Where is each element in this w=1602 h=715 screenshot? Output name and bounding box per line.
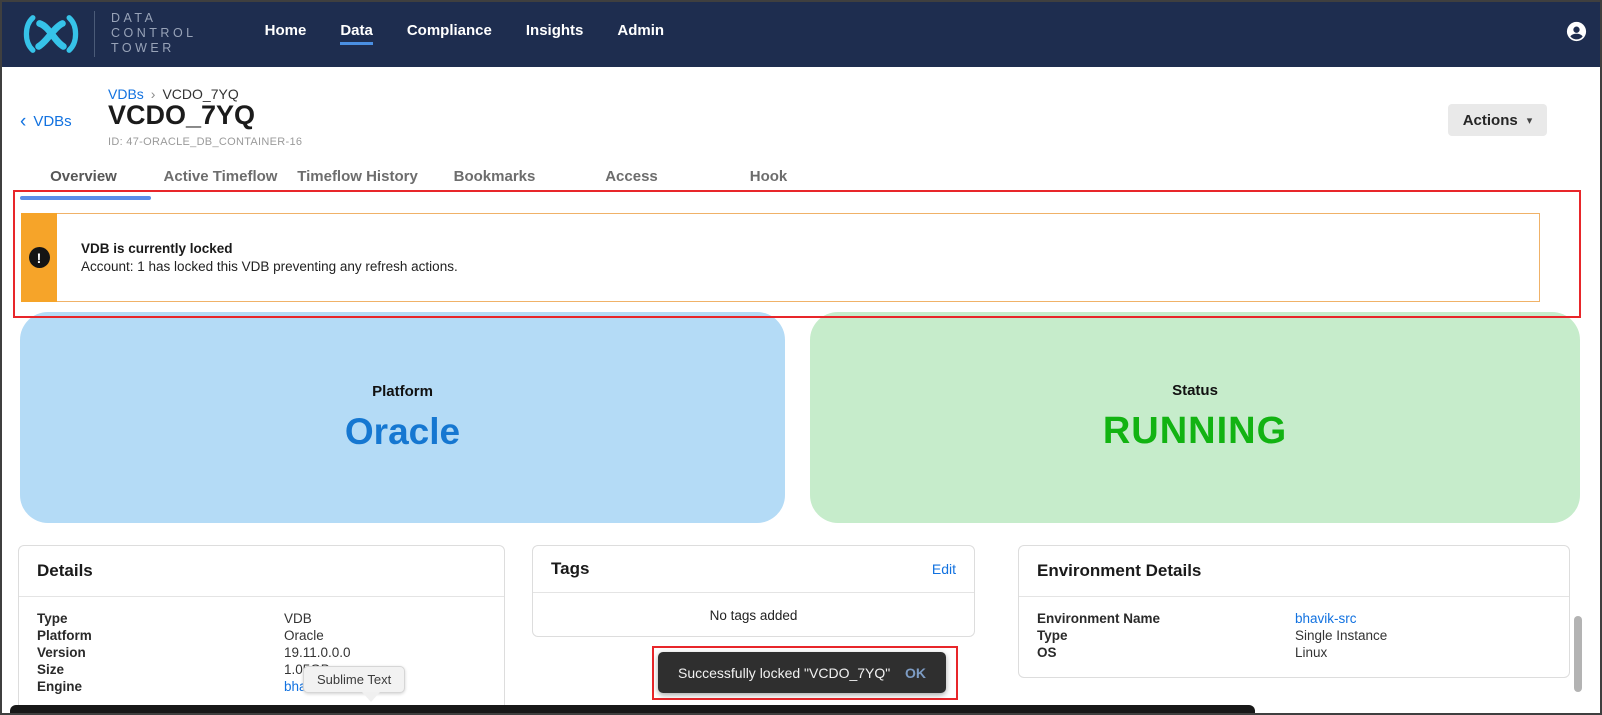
dct-vdb-detail-page: DATA CONTROL TOWER Home Data Compliance … <box>0 0 1602 715</box>
env-value: Linux <box>1295 644 1327 661</box>
details-card: Details Type VDB Platform Oracle Version… <box>18 545 505 715</box>
main-nav: Home Data Compliance Insights Admin <box>265 22 664 45</box>
tab-active-timeflow[interactable]: Active Timeflow <box>152 168 289 185</box>
alert-title: VDB is currently locked <box>81 241 458 256</box>
detail-value: Oracle <box>284 627 324 644</box>
status-card: Status RUNNING <box>810 312 1580 523</box>
active-tab-underline <box>20 196 151 200</box>
env-row-os: OS Linux <box>1037 644 1551 661</box>
page-title: VCDO_7YQ <box>108 100 255 131</box>
nav-item-insights[interactable]: Insights <box>526 22 584 45</box>
tags-card: Tags Edit No tags added <box>532 545 975 637</box>
detail-label: Engine <box>37 678 284 695</box>
back-label: VDBs <box>33 113 71 130</box>
environment-name-link[interactable]: bhavik-src <box>1295 610 1357 627</box>
environment-details-card: Environment Details Environment Name bha… <box>1018 545 1570 678</box>
alert-message: Account: 1 has locked this VDB preventin… <box>81 259 458 274</box>
back-to-vdbs-link[interactable]: ‹ VDBs <box>20 113 72 130</box>
detail-row-platform: Platform Oracle <box>37 627 486 644</box>
details-card-title: Details <box>37 561 93 581</box>
env-value: Single Instance <box>1295 627 1387 644</box>
dock-tooltip-pointer <box>362 692 380 702</box>
vdb-locked-alert: ! VDB is currently locked Account: 1 has… <box>21 213 1540 302</box>
brand-line: CONTROL <box>111 26 197 41</box>
detail-value: VDB <box>284 610 312 627</box>
detail-row-type: Type VDB <box>37 610 486 627</box>
env-label: OS <box>1037 644 1295 661</box>
delphix-x-logo-icon[interactable] <box>20 13 82 55</box>
vdb-id-text: ID: 47-ORACLE_DB_CONTAINER-16 <box>108 136 302 148</box>
toast-message: Successfully locked "VCDO_7YQ" <box>678 665 890 681</box>
brand-line: TOWER <box>111 41 197 56</box>
lock-success-toast: Successfully locked "VCDO_7YQ" OK <box>658 652 946 693</box>
dock-edge <box>10 705 1255 715</box>
detail-label: Size <box>37 661 284 678</box>
nav-item-data[interactable]: Data <box>340 22 373 45</box>
tab-hook[interactable]: Hook <box>700 168 837 185</box>
nav-item-home[interactable]: Home <box>265 22 307 45</box>
nav-item-admin[interactable]: Admin <box>617 22 664 45</box>
alert-accent-bar: ! <box>21 213 57 302</box>
tab-access[interactable]: Access <box>563 168 700 185</box>
detail-value: 19.11.0.0.0 <box>284 644 351 661</box>
chevron-down-icon: ▾ <box>1527 114 1533 127</box>
platform-value: Oracle <box>345 411 460 453</box>
tab-overview[interactable]: Overview <box>15 168 152 185</box>
account-circle-icon[interactable] <box>1565 20 1588 48</box>
detail-row-version: Version 19.11.0.0.0 <box>37 644 486 661</box>
detail-tabs: Overview Active Timeflow Timeflow Histor… <box>15 168 837 185</box>
tags-card-title: Tags <box>551 559 589 579</box>
nav-item-compliance[interactable]: Compliance <box>407 22 492 45</box>
platform-label: Platform <box>372 383 433 400</box>
env-row-name: Environment Name bhavik-src <box>1037 610 1551 627</box>
env-label: Environment Name <box>1037 610 1295 627</box>
environment-card-title: Environment Details <box>1037 561 1201 581</box>
env-label: Type <box>1037 627 1295 644</box>
actions-label: Actions <box>1463 112 1518 129</box>
warning-icon: ! <box>29 247 50 268</box>
status-value: RUNNING <box>1103 410 1287 453</box>
tab-timeflow-history[interactable]: Timeflow History <box>289 168 426 185</box>
detail-label: Version <box>37 644 284 661</box>
env-row-type: Type Single Instance <box>1037 627 1551 644</box>
tab-bookmarks[interactable]: Bookmarks <box>426 168 563 185</box>
back-chevron-icon: ‹ <box>20 114 26 129</box>
brand-wordmark: DATA CONTROL TOWER <box>111 11 197 56</box>
status-label: Status <box>1172 382 1218 399</box>
scrollbar-thumb[interactable] <box>1574 616 1582 692</box>
tags-edit-link[interactable]: Edit <box>932 561 956 577</box>
dock-tooltip: Sublime Text <box>303 666 405 693</box>
toast-ok-button[interactable]: OK <box>905 665 926 681</box>
detail-row-engine: Engine bhavik- <box>37 678 486 695</box>
brand-divider <box>94 11 95 57</box>
detail-label: Platform <box>37 627 284 644</box>
actions-button[interactable]: Actions ▾ <box>1448 104 1547 136</box>
tags-empty-text: No tags added <box>551 606 956 623</box>
detail-label: Type <box>37 610 284 627</box>
top-navbar: DATA CONTROL TOWER Home Data Compliance … <box>0 0 1602 67</box>
platform-card: Platform Oracle <box>20 312 785 523</box>
detail-row-size: Size 1.05GB <box>37 661 486 678</box>
brand-line: DATA <box>111 11 197 26</box>
